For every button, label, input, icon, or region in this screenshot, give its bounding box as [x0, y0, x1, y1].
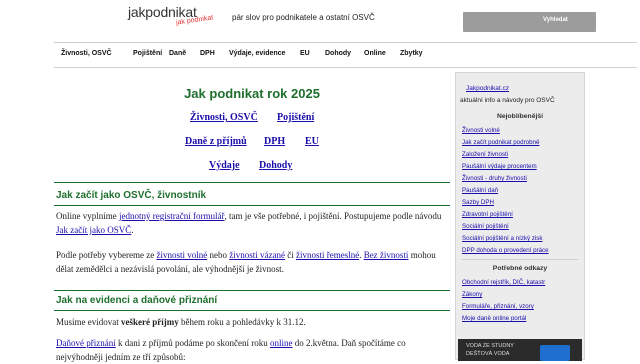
nav-item-dane[interactable]: Daně: [169, 50, 186, 57]
section-divider: [54, 290, 450, 291]
nav-item-zbytky[interactable]: Zbytky: [400, 50, 423, 57]
section-divider: [54, 310, 450, 311]
quicklink-eu[interactable]: EU: [305, 136, 319, 147]
sidebar-link[interactable]: Zákony: [462, 291, 482, 298]
main-nav: Živnosti, OSVČ Pojištění Daně DPH Výdaje…: [54, 42, 637, 68]
ad-text: DEŠŤOVÁ VODA: [466, 351, 510, 357]
nav-item-online[interactable]: Online: [364, 50, 386, 57]
site-tagline: pár slov pro podnikatele a ostatní OSVČ: [232, 13, 375, 22]
text: .: [131, 225, 134, 235]
link-danove-priznani[interactable]: Daňové přiznání: [56, 338, 116, 348]
text: Musíme evidovat: [56, 317, 121, 327]
section-divider: [54, 182, 450, 183]
search-box[interactable]: Vyhledat: [463, 12, 596, 32]
sidebar-link[interactable]: Sociální pojištění: [462, 223, 509, 230]
link-zivnosti-vazane[interactable]: živnosti vázané: [229, 250, 285, 260]
sidebar-link[interactable]: Sociální pojištění a nízký zisk: [462, 235, 542, 242]
link-jak-zacit[interactable]: Jak začít jako OSVČ: [56, 225, 131, 235]
text: Online vyplníme: [56, 211, 119, 221]
paragraph-registrace: Online vyplníme jednotný registrační for…: [56, 209, 448, 237]
text: či: [284, 250, 296, 260]
site-header: jakpodnikat jak podnikat pár slov pro po…: [0, 0, 640, 40]
sidebar-link[interactable]: Živnosti volné: [462, 127, 500, 134]
quicklink-dane[interactable]: Daně z příjmů: [185, 136, 247, 147]
sidebar-link[interactable]: Moje daně online portál: [462, 315, 526, 322]
paragraph-evidence: Musíme evidovat veškeré příjmy během rok…: [56, 315, 448, 329]
text: nebo: [207, 250, 230, 260]
link-bez-zivnosti[interactable]: Bez živnosti: [364, 250, 409, 260]
sidebar-link[interactable]: Zdravotní pojištění: [462, 211, 513, 218]
sidebar-link[interactable]: Paušální výdaje procentem: [462, 163, 537, 170]
section-title-evidence: Jak na evidenci a daňové přiznání: [56, 295, 218, 306]
paragraph-zivnosti: Podle potřeby vybereme ze živnosti volné…: [56, 248, 448, 276]
sidebar: Jakpodnikat.cz aktuální info a návody pr…: [455, 72, 585, 361]
sidebar-heading-useful: Potřebné odkazy: [492, 265, 548, 272]
nav-item-eu[interactable]: EU: [300, 50, 310, 57]
sidebar-site-link[interactable]: Jakpodnikat.cz: [466, 85, 509, 92]
sidebar-link[interactable]: Formuláře, přiznání, vzory: [462, 303, 534, 310]
link-zivnosti-remeslne[interactable]: živnosti řemeslné: [296, 250, 359, 260]
nav-item-vydaje[interactable]: Výdaje, evidence: [229, 50, 285, 57]
nav-item-zivnosti[interactable]: Živnosti, OSVČ: [61, 50, 112, 57]
sidebar-link[interactable]: Obchodní rejstřík, DIČ, katastr: [462, 279, 545, 286]
quicklink-dohody[interactable]: Dohody: [259, 160, 292, 171]
quicklink-pojisteni[interactable]: Pojištění: [277, 112, 314, 123]
sidebar-link[interactable]: Založení živnosti: [462, 151, 508, 158]
quicklink-dph[interactable]: DPH: [264, 136, 285, 147]
site-logo[interactable]: jakpodnikat jak podnikat: [128, 4, 214, 34]
sidebar-link[interactable]: Sazby DPH: [462, 199, 494, 206]
section-title-jak-zacit: Jak začít jako OSVČ, živnostník: [56, 190, 207, 201]
link-online[interactable]: online: [270, 338, 293, 348]
ad-text: VODA ZE STUDNY: [466, 343, 514, 349]
sidebar-link[interactable]: Jak začít podnikat podrobně: [462, 139, 539, 146]
sidebar-link[interactable]: Živnosti - druhy živností: [462, 175, 527, 182]
sidebar-ad-banner[interactable]: VODA ZE STUDNY DEŠŤOVÁ VODA: [458, 339, 582, 361]
sidebar-link[interactable]: Paušální daň: [462, 187, 498, 194]
text: Podle potřeby vybereme ze: [56, 250, 157, 260]
quicklink-zivnosti[interactable]: Živnosti, OSVČ: [190, 112, 258, 123]
link-zivnosti-volne[interactable]: živnosti volné: [156, 250, 207, 260]
link-jednotny-formular[interactable]: jednotný registrační formulář: [119, 211, 224, 221]
bold-text: veškeré příjmy: [121, 317, 179, 327]
main-content: Jak podnikat rok 2025 Živnosti, OSVČ Poj…: [54, 72, 450, 362]
section-divider: [54, 205, 450, 206]
sidebar-divider: [462, 259, 578, 260]
search-button[interactable]: Vyhledat: [543, 17, 568, 23]
text: , tam je vše potřebné, i pojištění. Post…: [224, 211, 442, 221]
text: během roku a pohledávky k 31.12.: [178, 317, 306, 327]
sidebar-link[interactable]: DPP dohoda o provedení práce: [462, 247, 549, 254]
sidebar-site-description: aktuální info a návody pro OSVČ: [460, 97, 555, 104]
quicklink-vydaje[interactable]: Výdaje: [209, 160, 240, 171]
nav-item-dph[interactable]: DPH: [200, 50, 215, 57]
page-title: Jak podnikat rok 2025: [184, 86, 320, 101]
nav-item-pojisteni[interactable]: Pojištění: [133, 50, 162, 57]
nav-item-dohody[interactable]: Dohody: [325, 50, 351, 57]
text: k dani z příjmů podáme po skončení roku: [115, 338, 270, 348]
sidebar-heading-popular: Nejoblíbenější: [496, 113, 544, 120]
ad-logo: [540, 345, 570, 361]
